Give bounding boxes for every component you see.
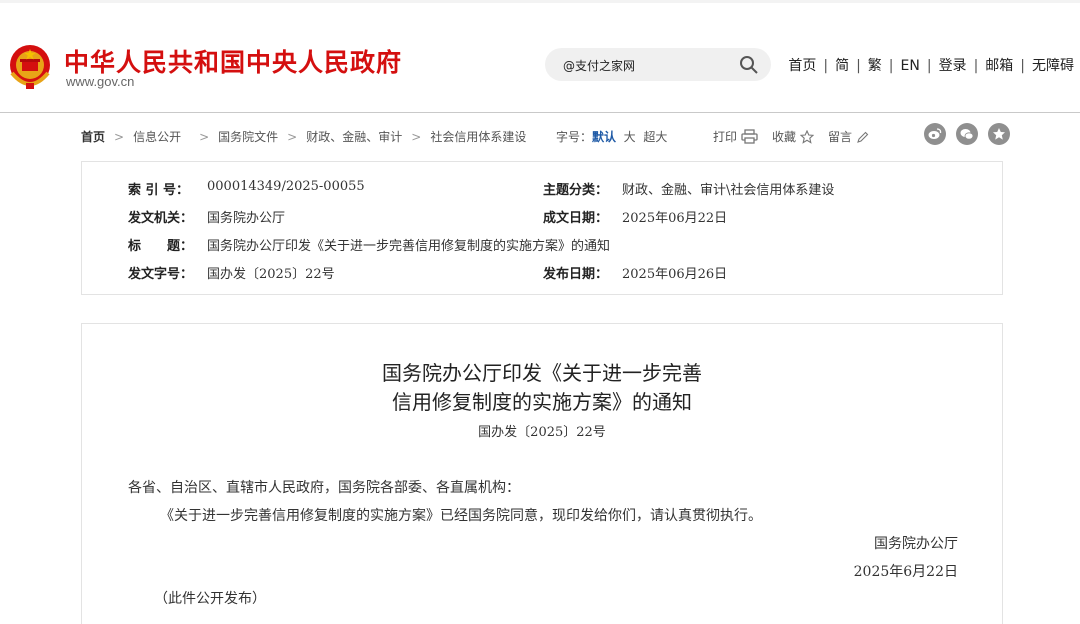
breadcrumb-info-public[interactable]: 信息公开 [133, 130, 181, 144]
nav-login[interactable]: 登录 [939, 58, 967, 74]
share-buttons [914, 123, 1010, 145]
site-domain: www.gov.cn [66, 74, 135, 89]
chevron-right-icon: > [199, 130, 210, 144]
search-icon[interactable] [739, 55, 759, 75]
print-button[interactable]: 打印 [713, 129, 772, 144]
category-label: 主题分类： [543, 183, 609, 198]
issuer-label: 发文机关： [128, 211, 194, 226]
created-date-value: 2025年06月22日 [622, 211, 728, 226]
favorite-label: 收藏 [772, 130, 797, 144]
document-date: 2025年6月22日 [853, 564, 958, 580]
nav-traditional[interactable]: 繁 [868, 58, 882, 74]
title-label: 标 题： [128, 239, 194, 254]
index-number-label: 索 引 号： [128, 183, 190, 198]
document-body: 国务院办公厅印发《关于进一步完善 信用修复制度的实施方案》的通知 国办发〔202… [81, 323, 1003, 624]
nav-mailbox[interactable]: 邮箱 [985, 58, 1013, 74]
site-header: 中华人民共和国中央人民政府 www.gov.cn @支付之家网 首页 | 简 | 繁 | E… [0, 3, 1080, 113]
print-label: 打印 [713, 130, 738, 144]
wechat-icon[interactable] [956, 123, 978, 145]
nav-separator: | [926, 58, 932, 74]
publish-date-label: 发布日期： [543, 267, 609, 282]
chevron-right-icon: > [287, 130, 298, 144]
breadcrumb: 首页 > 信息公开 > 国务院文件 > 财政、金融、审计 > 社会信用体系建设 字号：默认 大 … [81, 123, 1010, 146]
document-metadata: 索 引 号： 000014349/2025-00055 主题分类： 财政、金融、… [81, 161, 1003, 295]
favorite-star-icon[interactable] [988, 123, 1010, 145]
category-value: 财政、金融、审计\社会信用体系建设 [622, 183, 835, 198]
nav-english[interactable]: EN [901, 58, 920, 74]
font-size-xlarge[interactable]: 超大 [643, 130, 667, 144]
font-size-label: 字号： [556, 130, 593, 144]
nav-separator: | [1020, 58, 1025, 74]
weibo-icon[interactable] [924, 123, 946, 145]
breadcrumb-home[interactable]: 首页 [81, 130, 105, 144]
doc-number-label: 发文字号： [128, 267, 194, 282]
breadcrumb-state-council-docs[interactable]: 国务院文件 [218, 130, 278, 144]
nav-separator: | [973, 58, 979, 74]
nav-separator: | [823, 58, 829, 74]
search-input[interactable]: @支付之家网 [563, 57, 635, 74]
pencil-icon [857, 131, 869, 143]
document-number: 国办发〔2025〕22号 [478, 425, 606, 440]
document-title-line: 信用修复制度的实施方案》的通知 [392, 390, 692, 414]
breadcrumb-credit-system[interactable]: 社会信用体系建设 [430, 130, 526, 144]
national-emblem-icon[interactable] [8, 43, 52, 91]
document-title: 国务院办公厅印发《关于进一步完善 信用修复制度的实施方案》的通知 [82, 359, 1002, 417]
document-salutation: 各省、自治区、直辖市人民政府，国务院各部委、各直属机构： [128, 480, 520, 496]
nav-simplified[interactable]: 简 [835, 58, 849, 74]
star-icon [800, 130, 815, 144]
nav-separator: | [888, 58, 894, 74]
nav-home[interactable]: 首页 [788, 58, 816, 74]
index-number-value: 000014349/2025-00055 [207, 179, 365, 194]
favorite-button[interactable]: 收藏 [772, 130, 828, 144]
nav-accessibility[interactable]: 无障碍 [1032, 58, 1074, 74]
breadcrumb-finance[interactable]: 财政、金融、审计 [306, 130, 402, 144]
comment-label: 留言 [828, 130, 853, 144]
comment-button[interactable]: 留言 [828, 130, 883, 144]
publish-date-value: 2025年06月26日 [622, 267, 728, 282]
font-size-default[interactable]: 默认 [592, 130, 616, 144]
top-nav: 首页 | 简 | 繁 | EN | 登录 | 邮箱 | 无障碍 [788, 55, 1074, 75]
document-signature: 国务院办公厅 [874, 536, 958, 552]
title-value: 国务院办公厅印发《关于进一步完善信用修复制度的实施方案》的通知 [207, 239, 611, 254]
chevron-right-icon: > [114, 130, 125, 144]
doc-number-value: 国办发〔2025〕22号 [207, 267, 335, 282]
document-note: （此件公开发布） [154, 591, 266, 607]
search-box[interactable]: @支付之家网 [545, 48, 771, 81]
printer-icon [741, 129, 758, 144]
document-title-line: 国务院办公厅印发《关于进一步完善 [382, 361, 702, 385]
font-size-selector: 字号：默认 大 超大 [556, 128, 667, 145]
font-size-large[interactable]: 大 [624, 130, 636, 144]
document-paragraph: 《关于进一步完善信用修复制度的实施方案》已经国务院同意，现印发给你们，请认真贯彻… [160, 508, 762, 524]
article-tools: 打印 收藏 留言 [713, 128, 883, 145]
created-date-label: 成文日期： [543, 211, 609, 226]
issuer-value: 国务院办公厅 [207, 211, 286, 226]
chevron-right-icon: > [411, 130, 422, 144]
nav-separator: | [856, 58, 861, 74]
